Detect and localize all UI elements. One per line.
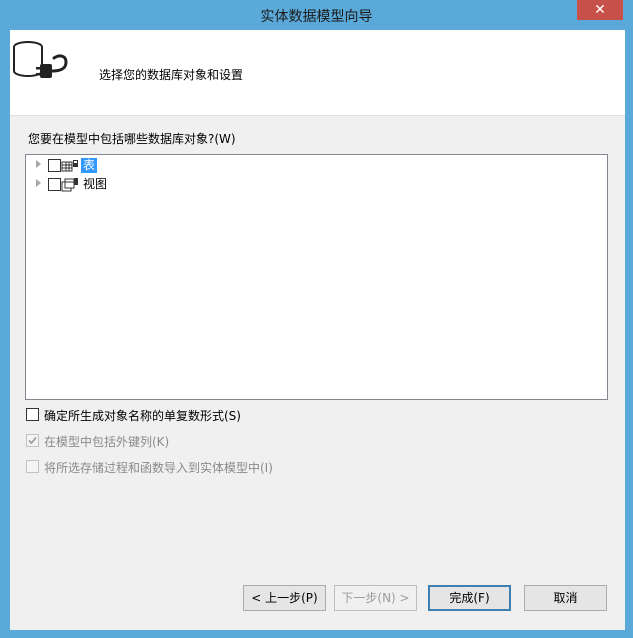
window-title: 实体数据模型向导: [260, 9, 373, 25]
include-foreign-keys-label: 在模型中包括外键列(K): [44, 435, 170, 449]
database-objects-tree[interactable]: 表 视图: [25, 154, 608, 400]
next-button[interactable]: 下一步(N) >: [334, 585, 417, 611]
tree-node-label[interactable]: 视图: [81, 177, 109, 192]
pluralize-label[interactable]: 确定所生成对象名称的单复数形式(S): [44, 407, 241, 424]
objects-question-label: 您要在模型中包括哪些数据库对象?(W): [28, 132, 236, 146]
wizard-header: 选择您的数据库对象和设置: [10, 30, 625, 116]
tree-node-views[interactable]: 视图: [26, 176, 326, 194]
wizard-client: 选择您的数据库对象和设置 您要在模型中包括哪些数据库对象?(W) 表 视图 确定…: [10, 30, 625, 630]
finish-button[interactable]: 完成(F): [428, 585, 511, 611]
view-icon: [61, 178, 78, 192]
tree-checkbox[interactable]: [48, 178, 61, 191]
previous-button[interactable]: < 上一步(P): [243, 585, 326, 611]
cancel-button[interactable]: 取消: [524, 585, 607, 611]
checkbox-box[interactable]: [26, 408, 39, 421]
wizard-page-title: 选择您的数据库对象和设置: [99, 68, 244, 82]
import-procedures-label: 将所选存储过程和函数导入到实体模型中(I): [44, 461, 273, 475]
tree-checkbox[interactable]: [48, 159, 61, 172]
expand-arrow-icon[interactable]: [36, 160, 41, 168]
checkbox-box[interactable]: [26, 460, 39, 473]
tree-node-label[interactable]: 表: [81, 158, 98, 173]
close-button[interactable]: ✕: [577, 0, 623, 20]
checkmark-icon: [28, 436, 37, 445]
expand-arrow-icon[interactable]: [36, 179, 41, 187]
table-icon: [61, 160, 78, 172]
tree-node-tables[interactable]: 表: [26, 157, 326, 175]
checkbox-box[interactable]: [26, 434, 39, 447]
database-connect-icon: [13, 41, 68, 78]
title-bar: 实体数据模型向导 ✕: [0, 0, 633, 30]
